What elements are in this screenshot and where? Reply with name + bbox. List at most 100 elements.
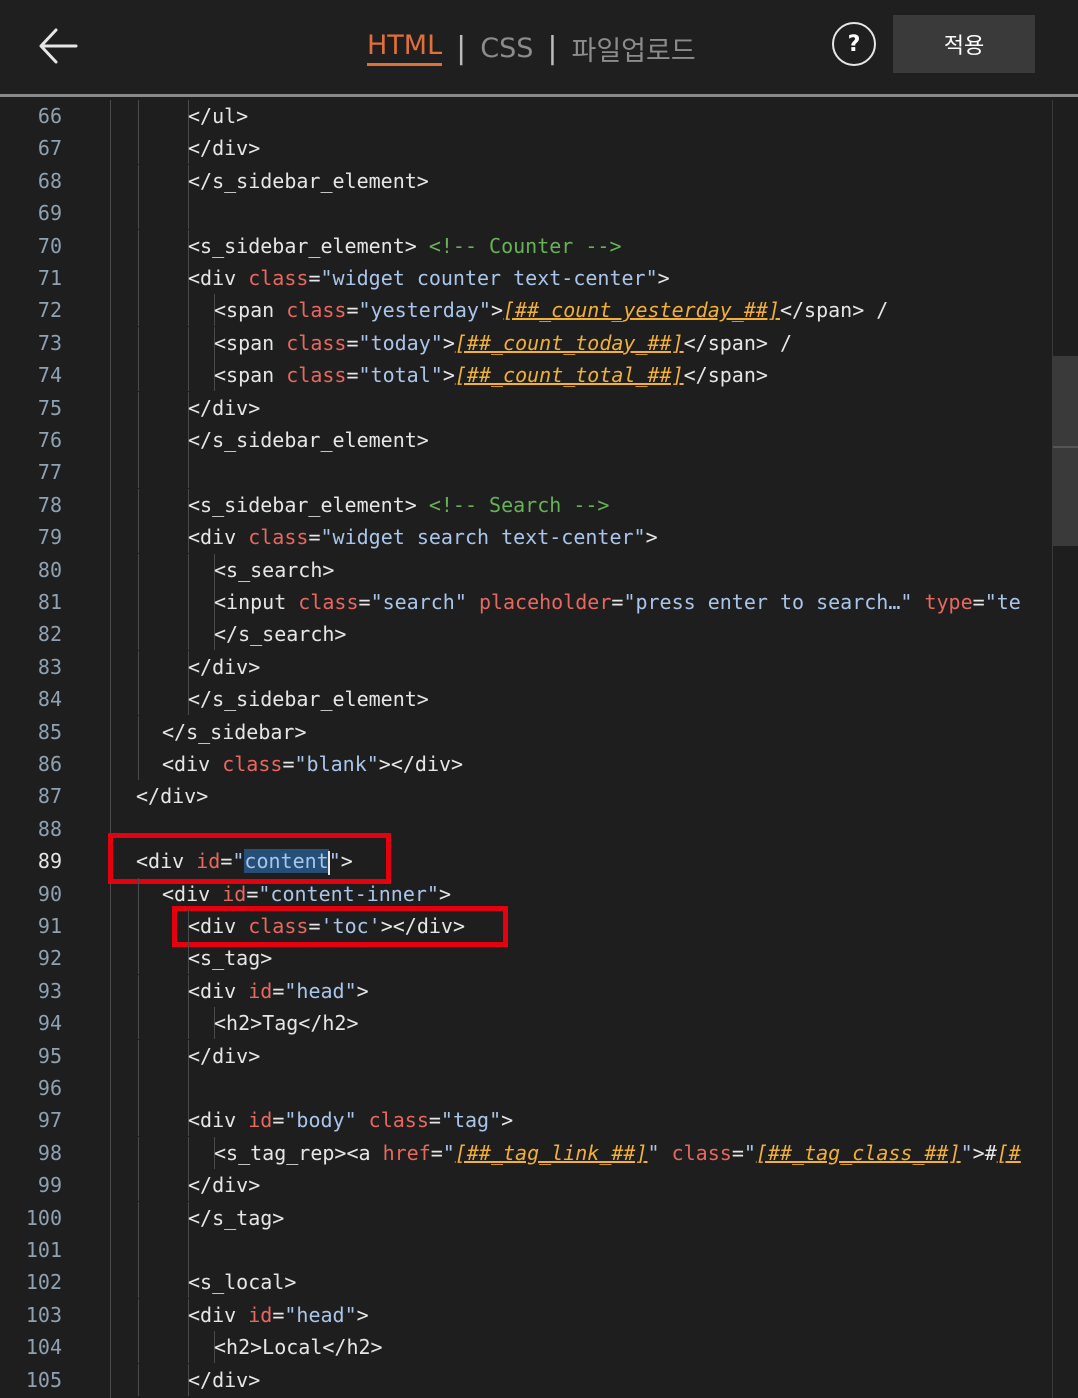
code-line[interactable]: 102 <s_local> [0, 1266, 1078, 1299]
code-line[interactable]: 84 </s_sidebar_element> [0, 683, 1078, 716]
code-line[interactable]: 105 </div> [0, 1363, 1078, 1396]
indent-guide [138, 683, 139, 716]
code-token: </div> [188, 1367, 261, 1392]
code-line[interactable]: 79 <div class="widget search text-center"… [0, 521, 1078, 554]
help-button[interactable]: ? [832, 22, 876, 66]
code-token: </div> [136, 784, 209, 809]
code-line[interactable]: 86 <div class="blank"></div> [0, 748, 1078, 780]
indent-guide [188, 618, 189, 651]
indent-guide [138, 456, 139, 489]
indent-guide [138, 715, 139, 748]
code-line[interactable]: 88 [0, 813, 1078, 845]
tab-file-upload[interactable]: 파일업로드 [572, 29, 696, 68]
code-token: "content-inner" [258, 881, 439, 906]
code-line[interactable]: 77 [0, 456, 1078, 489]
code-line[interactable]: 94 <h2>Tag</h2> [0, 1007, 1078, 1040]
line-number: 75 [37, 395, 62, 420]
code-line[interactable]: 82 </s_search> [0, 618, 1078, 651]
indent-guide [138, 229, 139, 262]
code-line[interactable]: 92 <s_tag> [0, 942, 1078, 975]
code-token: = [972, 590, 985, 614]
code-token: <span [214, 330, 287, 355]
code-line[interactable]: 97 <div id="body" class="tag"> [0, 1104, 1078, 1137]
code-line[interactable]: 93 <div id="head"> [0, 974, 1078, 1007]
code-token: </div> [188, 1173, 261, 1198]
code-line[interactable]: 96 [0, 1072, 1078, 1104]
indent-guide [138, 553, 139, 586]
code-text: </s_sidebar> [162, 716, 307, 748]
code-line[interactable]: 95 </div> [0, 1039, 1078, 1072]
code-line[interactable]: 80 <s_search> [0, 553, 1078, 586]
code-editor[interactable]: 66 </ul> 67 </div> 68 </s_sidebar_element> 69 7… [0, 100, 1078, 1398]
line-number: 85 [37, 719, 62, 744]
code-token: " [647, 1140, 672, 1165]
code-text: </div> [188, 651, 260, 683]
code-token: class [368, 1108, 429, 1133]
code-line[interactable]: 67 </div> [0, 132, 1078, 165]
code-token: <div [162, 881, 223, 906]
code-token: "te [984, 590, 1021, 614]
indent-guide [138, 424, 139, 456]
code-line[interactable]: 89 <div id="content"> [0, 845, 1078, 877]
code-line[interactable]: 90 <div id="content-inner"> [0, 877, 1078, 910]
code-token: class [298, 590, 359, 614]
code-line[interactable]: 68 </s_sidebar_element> [0, 164, 1078, 197]
code-line[interactable]: 74 <span class="total">[##_count_total_##… [0, 359, 1078, 392]
line-number: 94 [37, 1011, 62, 1036]
code-token: "body" [284, 1108, 369, 1133]
code-line[interactable]: 87 </div> [0, 780, 1078, 812]
code-line[interactable]: 70 <s_sidebar_element> <!-- Counter --> [0, 229, 1078, 262]
code-text: </s_search> [214, 618, 346, 650]
code-line[interactable]: 75 </div> [0, 391, 1078, 424]
code-token: class [222, 752, 283, 776]
code-text: </div> [188, 1040, 260, 1072]
code-token: = [346, 298, 359, 323]
code-text: <s_local> [188, 1266, 296, 1298]
tab-css[interactable]: CSS [480, 33, 533, 64]
code-line[interactable]: 83 </div> [0, 650, 1078, 683]
code-token: <div [188, 914, 249, 938]
code-line[interactable]: 103 <div id="head"> [0, 1298, 1078, 1331]
code-token: = [731, 1140, 744, 1165]
code-token: > [645, 525, 658, 550]
code-line[interactable]: 73 <span class="today">[##_count_today_##… [0, 326, 1078, 359]
code-token: <div [188, 1302, 249, 1327]
code-line[interactable]: 69 [0, 197, 1078, 230]
code-line[interactable]: 81 <input class="search" placeholder="pre… [0, 586, 1078, 618]
code-token: class [248, 266, 309, 290]
code-token: <h2>Tag</h2> [214, 1011, 359, 1036]
tab-html[interactable]: HTML [367, 30, 443, 66]
code-line[interactable]: 78 <s_sidebar_element> <!-- Search --> [0, 488, 1078, 521]
code-token: " [232, 849, 245, 874]
code-line[interactable]: 66 </ul> [0, 100, 1078, 132]
code-line[interactable]: 99 </div> [0, 1169, 1078, 1202]
code-token: <h2>Local</h2> [214, 1335, 383, 1360]
code-token: "today" [358, 330, 443, 355]
code-line[interactable]: 104 <h2>Local</h2> [0, 1331, 1078, 1364]
line-number: 95 [37, 1043, 62, 1068]
code-line[interactable]: 71 <div class="widget counter text-center… [0, 262, 1078, 294]
code-token: " [743, 1140, 756, 1165]
code-line[interactable]: 85 </s_sidebar> [0, 715, 1078, 748]
code-token: " [442, 1140, 455, 1165]
code-line[interactable]: 101 [0, 1234, 1078, 1266]
code-line[interactable]: 72 <span class="yesterday">[##_count_yest… [0, 294, 1078, 327]
code-line[interactable]: 98 <s_tag_rep><a href="[##_tag_link_##]" … [0, 1136, 1078, 1169]
code-token: > [356, 1302, 369, 1327]
back-button[interactable] [36, 24, 80, 68]
line-number: 70 [37, 233, 62, 258]
code-token: > [438, 881, 452, 906]
code-line[interactable]: 76 </s_sidebar_element> [0, 424, 1078, 456]
indent-guide [138, 618, 139, 651]
apply-button[interactable]: 적용 [893, 15, 1035, 73]
top-bar: HTML | CSS | 파일업로드 ? 적용 [0, 0, 1078, 97]
code-token: id [248, 978, 273, 1003]
line-number: 73 [37, 330, 62, 355]
code-token: ># [972, 1140, 997, 1165]
indent-guide [138, 100, 139, 132]
line-number: 74 [37, 363, 62, 388]
code-token: = [220, 849, 233, 874]
code-line[interactable]: 91 <div class='toc'></div> [0, 910, 1078, 942]
indent-guide [138, 1363, 139, 1396]
code-line[interactable]: 100 </s_tag> [0, 1201, 1078, 1234]
